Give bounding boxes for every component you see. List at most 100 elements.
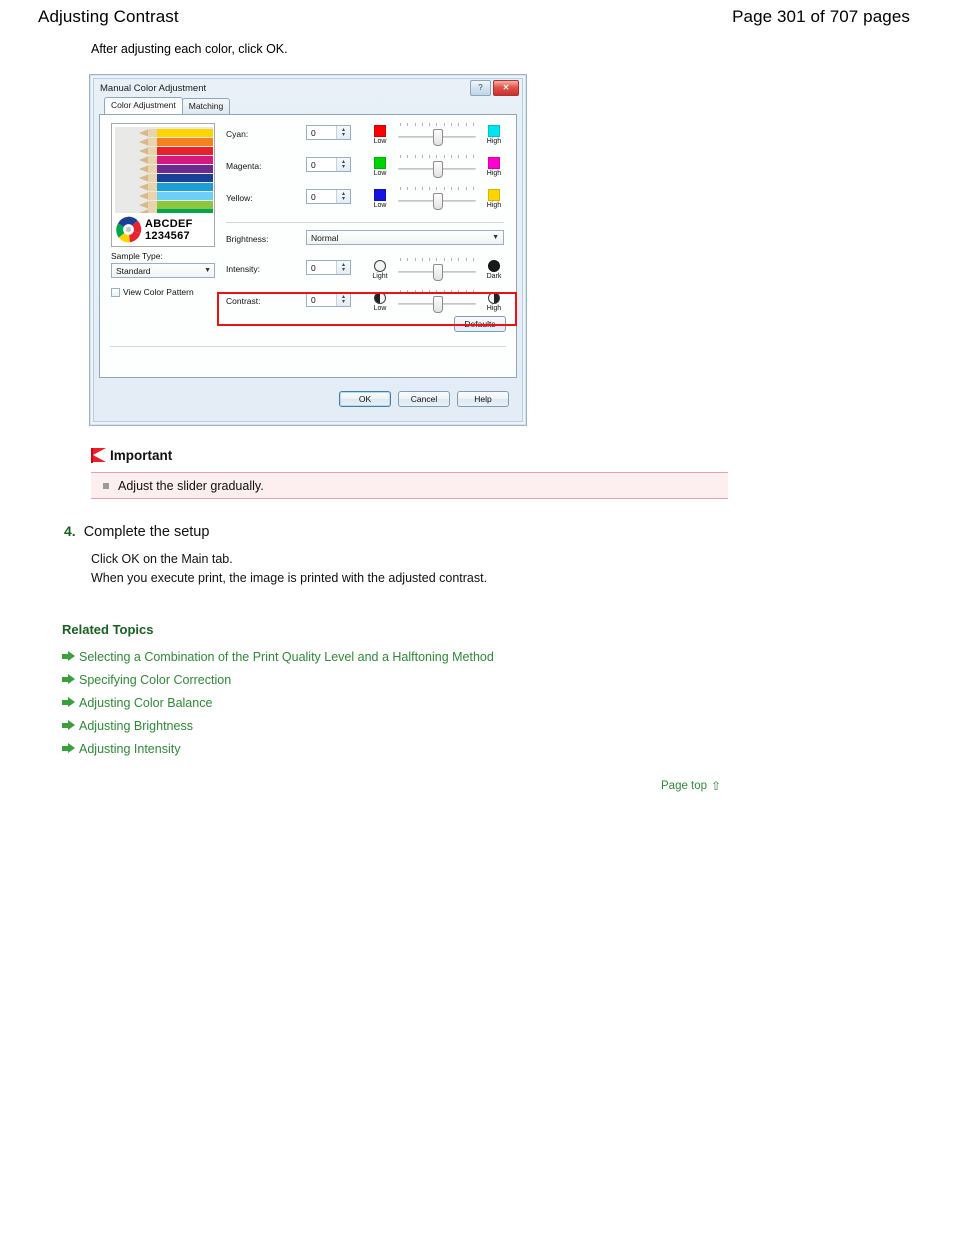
yellow-slider[interactable]: Low High (366, 187, 508, 217)
close-icon[interactable]: ✕ (493, 80, 519, 96)
yellow-spinner[interactable]: 0 ▴ ▾ (306, 189, 351, 204)
intensity-spinner[interactable]: 0 ▴ ▾ (306, 260, 351, 275)
magenta-high-label: High (486, 170, 502, 177)
intensity-ticks (400, 258, 474, 263)
magenta-value: 0 (311, 159, 316, 170)
intro-text: After adjusting each color, click OK. (91, 42, 288, 56)
contrast-spinner[interactable]: 0 ▴ ▾ (306, 292, 351, 307)
page-top-label: Page top (661, 780, 708, 792)
view-color-pattern-checkbox[interactable]: View Color Pattern (111, 287, 217, 297)
magenta-slider[interactable]: Low High (366, 155, 508, 185)
intensity-low-label: Light (372, 273, 388, 280)
chevron-down-icon: ▼ (492, 234, 499, 241)
dark-circle-icon (488, 260, 500, 272)
ok-button[interactable]: OK (339, 391, 391, 407)
magenta-spinner[interactable]: 0 ▴ ▾ (306, 157, 351, 172)
pencils-image (115, 127, 213, 213)
magenta-ticks (400, 155, 474, 160)
step-body-line-1: Click OK on the Main tab. (91, 552, 233, 566)
yellow-ticks (400, 187, 474, 192)
spinner-arrows-icon[interactable]: ▴ ▾ (336, 293, 350, 306)
spinner-arrows-icon[interactable]: ▴ ▾ (336, 158, 350, 171)
intensity-track-area[interactable] (398, 258, 476, 281)
related-link[interactable]: Selecting a Combination of the Print Qua… (79, 650, 494, 664)
yellow-value: 0 (311, 191, 316, 202)
preview-text-line2: 1234567 (145, 229, 190, 242)
yellow-label: Yellow: (226, 193, 253, 203)
cyan-spinner[interactable]: 0 ▴ ▾ (306, 125, 351, 140)
cyan-thumb[interactable] (433, 129, 443, 146)
related-link[interactable]: Adjusting Brightness (79, 719, 193, 733)
cyan-row: Cyan: 0 ▴ ▾ Low High (226, 123, 508, 155)
cyan-low-endcap: Low (366, 125, 394, 145)
magenta-low-swatch-icon (374, 157, 386, 169)
help-button[interactable]: Help (457, 391, 509, 407)
list-item[interactable]: Adjusting Intensity (62, 737, 494, 760)
brightness-label: Brightness: (226, 234, 269, 244)
right-column: Cyan: 0 ▴ ▾ Low High Magenta: 0 ▴ ▾ Low … (226, 123, 508, 322)
contrast-low-label: Low (373, 305, 387, 312)
related-link[interactable]: Adjusting Color Balance (79, 696, 212, 710)
intensity-thumb[interactable] (433, 264, 443, 281)
spinner-arrows-icon[interactable]: ▴ ▾ (336, 261, 350, 274)
yellow-track-area[interactable] (398, 187, 476, 210)
view-color-pattern-label: View Color Pattern (123, 287, 194, 297)
step-4: 4. Complete the setup (64, 523, 209, 540)
intensity-slider[interactable]: Light Dark (366, 258, 508, 288)
contrast-track-area[interactable] (398, 290, 476, 313)
step-title: Complete the setup (83, 524, 210, 540)
intensity-light-endcap: Light (366, 260, 394, 280)
tab-color-adjustment[interactable]: Color Adjustment (104, 97, 183, 114)
brightness-value: Normal (311, 232, 339, 243)
page-top-link[interactable]: Page top ⇧ (661, 779, 721, 793)
cyan-high-swatch-icon (488, 125, 500, 137)
section-divider (226, 222, 504, 223)
list-item[interactable]: Specifying Color Correction (62, 668, 494, 691)
yellow-high-endcap: High (480, 189, 508, 209)
list-item[interactable]: Selecting a Combination of the Print Qua… (62, 645, 494, 668)
yellow-low-label: Low (373, 202, 387, 209)
magenta-low-label: Low (373, 170, 387, 177)
cancel-button[interactable]: Cancel (398, 391, 450, 407)
arrow-right-icon (62, 674, 75, 685)
dialog-title: Manual Color Adjustment (100, 83, 207, 94)
defaults-button[interactable]: Defaults (454, 316, 506, 332)
contrast-thumb[interactable] (433, 296, 443, 313)
magenta-thumb[interactable] (433, 161, 443, 178)
important-callout: Adjust the slider gradually. (91, 472, 728, 499)
spinner-arrows-icon[interactable]: ▴ ▾ (336, 190, 350, 203)
related-link[interactable]: Specifying Color Correction (79, 673, 231, 687)
step-number: 4. (64, 523, 76, 539)
defaults-divider (110, 346, 506, 347)
page-header: Adjusting Contrast Page 301 of 707 pages (0, 0, 954, 34)
low-contrast-circle-icon (374, 292, 386, 304)
cyan-slider[interactable]: Low High (366, 123, 508, 153)
brightness-select[interactable]: Normal ▼ (306, 230, 504, 245)
help-icon[interactable]: ? (470, 80, 491, 96)
list-item[interactable]: Adjusting Brightness (62, 714, 494, 737)
contrast-value: 0 (311, 294, 316, 305)
dialog-inner: Manual Color Adjustment ? ✕ Color Adjust… (93, 78, 523, 422)
magenta-track-area[interactable] (398, 155, 476, 178)
cyan-track-area[interactable] (398, 123, 476, 146)
spinner-arrows-icon[interactable]: ▴ ▾ (336, 126, 350, 139)
dialog-footer: OK Cancel Help (99, 382, 517, 416)
tab-strip: Color Adjustment Matching (99, 97, 517, 114)
tab-matching[interactable]: Matching (181, 98, 231, 114)
step-body: Click OK on the Main tab. When you execu… (91, 550, 487, 588)
list-item[interactable]: Adjusting Color Balance (62, 691, 494, 714)
yellow-thumb[interactable] (433, 193, 443, 210)
sample-type-select[interactable]: Standard ▼ (111, 263, 215, 278)
arrow-right-icon (62, 651, 75, 662)
magenta-row: Magenta: 0 ▴ ▾ Low High (226, 155, 508, 187)
intensity-dark-endcap: Dark (480, 260, 508, 280)
manual-color-adjustment-dialog: Manual Color Adjustment ? ✕ Color Adjust… (89, 74, 527, 426)
important-title: Important (110, 448, 173, 463)
cyan-value: 0 (311, 127, 316, 138)
related-link[interactable]: Adjusting Intensity (79, 742, 180, 756)
intensity-row: Intensity: 0 ▴ ▾ Light Dark (226, 258, 508, 290)
page-number-indicator: Page 301 of 707 pages (732, 7, 910, 26)
cyan-label: Cyan: (226, 129, 249, 139)
preview-text-line1: ABCDEF (145, 217, 193, 230)
chevron-down-icon: ▼ (204, 267, 211, 274)
